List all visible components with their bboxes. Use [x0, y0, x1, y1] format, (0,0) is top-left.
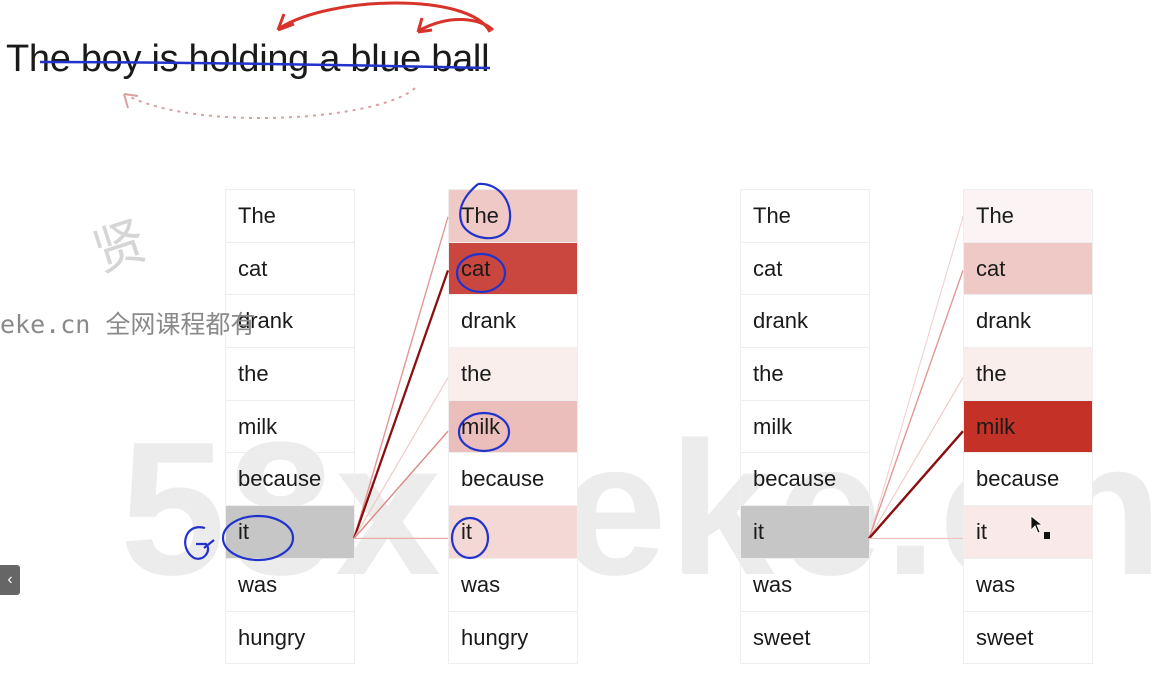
panel-2-attention-column: The cat drank the milk because it was sweet	[963, 189, 1093, 665]
panel-1-attention-column: The cat drank the milk because it was hungry	[448, 189, 578, 665]
query-token: was	[741, 559, 869, 612]
query-token: milk	[226, 401, 354, 454]
attention-token: hungry	[449, 611, 577, 665]
query-token: milk	[741, 401, 869, 454]
example-sentence: The boy is holding a blue ball	[6, 38, 490, 80]
query-token: sweet	[741, 612, 869, 665]
query-token: hungry	[226, 612, 354, 665]
attention-token: drank	[964, 295, 1092, 349]
mouse-cursor-icon	[1030, 515, 1052, 546]
attention-token: because	[964, 453, 1092, 507]
attention-token: milk	[449, 400, 577, 454]
query-token: was	[226, 559, 354, 612]
attention-token: was	[449, 558, 577, 612]
attention-token: was	[964, 558, 1092, 612]
attention-token: The	[449, 190, 577, 243]
panel-1-query-column: The cat drank the milk because it was hungry	[225, 189, 355, 665]
query-token: drank	[741, 295, 869, 349]
watermark-glyph: 贤	[85, 211, 154, 285]
attention-token: cat	[964, 242, 1092, 296]
attention-token: the	[449, 348, 577, 401]
attention-token: milk	[964, 400, 1092, 454]
query-token: The	[226, 190, 354, 243]
query-token: the	[226, 348, 354, 401]
attention-token: because	[449, 453, 577, 507]
attention-token: it	[964, 506, 1092, 559]
query-token: because	[741, 453, 869, 507]
query-token: it	[741, 506, 869, 559]
attention-token: it	[449, 506, 577, 559]
query-token: the	[741, 348, 869, 401]
watermark-site-text: eke.cn 全网课程都有	[0, 310, 256, 339]
attention-token: the	[964, 348, 1092, 401]
collapse-sidebar-button[interactable]: ‹	[0, 565, 20, 595]
panel-2-query-column: The cat drank the milk because it was sweet	[740, 189, 870, 665]
attention-token: cat	[449, 242, 577, 296]
attention-token: drank	[449, 295, 577, 349]
query-token: cat	[226, 243, 354, 296]
attention-token: sweet	[964, 611, 1092, 665]
query-token: cat	[741, 243, 869, 296]
query-token: it	[226, 506, 354, 559]
query-token: because	[226, 453, 354, 507]
query-token: The	[741, 190, 869, 243]
attention-token: The	[964, 190, 1092, 243]
